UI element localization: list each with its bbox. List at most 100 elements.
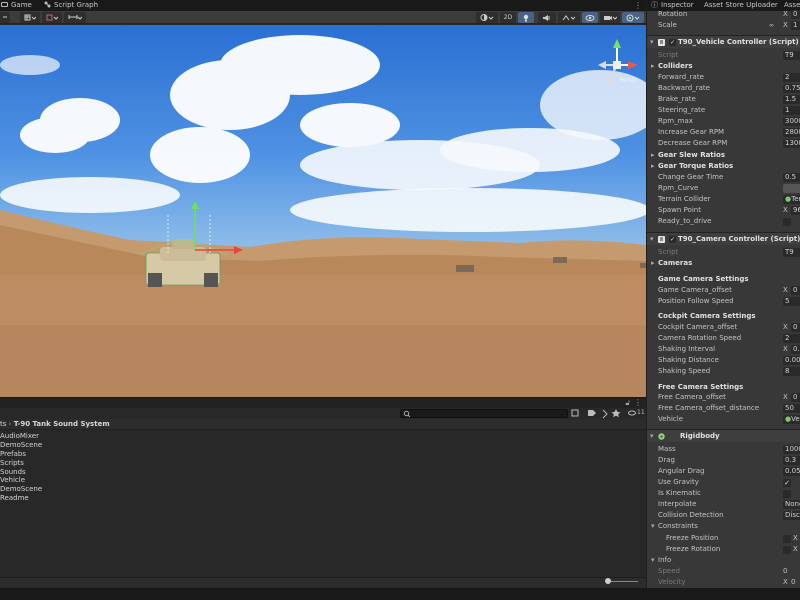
icon-size-slider-knob[interactable]: [605, 578, 611, 584]
list-item[interactable]: Scripts: [0, 459, 42, 468]
rigidbody-header[interactable]: ▾ Rigidbody: [647, 429, 800, 442]
lock-icon[interactable]: 🔓︎: [625, 399, 630, 408]
script-field[interactable]: T9: [783, 51, 800, 60]
forward-rate-field[interactable]: 2: [783, 73, 800, 82]
freeze-rotation-x-checkbox[interactable]: [783, 546, 791, 554]
favorites-icon: [602, 409, 608, 419]
mode-2d-button[interactable]: 2D: [500, 12, 516, 23]
list-item[interactable]: Readme: [0, 494, 42, 503]
ready-to-drive-checkbox[interactable]: [783, 218, 791, 226]
cameras-foldout[interactable]: Cameras: [658, 258, 692, 269]
shaking-speed-field[interactable]: 8: [783, 367, 800, 376]
use-gravity-label: Use Gravity: [658, 478, 699, 486]
change-gear-time-field[interactable]: 0.5: [783, 173, 800, 182]
drag-field[interactable]: 0.3: [783, 456, 800, 465]
panel-menu-icon[interactable]: ⋮: [634, 398, 642, 407]
list-item[interactable]: Vehicle: [0, 476, 42, 485]
rpm-max-field[interactable]: 3000: [783, 117, 800, 126]
position-follow-speed-field[interactable]: 5: [783, 297, 800, 306]
use-gravity-checkbox[interactable]: ✓: [783, 479, 791, 487]
collapse-arrow-icon[interactable]: ▾: [650, 430, 654, 443]
list-item[interactable]: DemoScene: [0, 441, 42, 450]
list-item[interactable]: DemoScene: [0, 485, 42, 494]
terrain-collider-field[interactable]: ●Ter: [783, 195, 800, 204]
colliders-foldout[interactable]: Colliders: [658, 61, 693, 72]
expand-arrow-icon[interactable]: ▾: [651, 521, 655, 532]
is-kinematic-checkbox[interactable]: [783, 490, 791, 498]
shaking-interval-x-field[interactable]: 0.0: [791, 345, 800, 354]
camera-rotation-speed-field[interactable]: 2: [783, 334, 800, 343]
collapse-arrow-icon[interactable]: ▾: [650, 36, 654, 49]
cockpit-camera-offset-x-field[interactable]: 0: [791, 323, 800, 332]
increment-snap-button[interactable]: [64, 12, 86, 23]
collision-detection-select[interactable]: Discr: [783, 511, 800, 520]
steering-rate-field[interactable]: 1: [783, 106, 800, 115]
info-foldout[interactable]: Info: [658, 555, 671, 566]
gear-torque-foldout[interactable]: Gear Torque Ratios: [658, 161, 733, 172]
list-item[interactable]: Prefabs: [0, 450, 42, 459]
expand-arrow-icon[interactable]: ▸: [651, 61, 655, 72]
expand-arrow-icon[interactable]: ▸: [651, 150, 655, 161]
rpm-curve-field[interactable]: [783, 184, 800, 193]
scene-viewport[interactable]: Persp: [0, 25, 646, 397]
lighting-toggle-button[interactable]: [518, 12, 534, 23]
terrain-collider-label: Terrain Collider: [658, 195, 711, 203]
enabled-checkbox[interactable]: ✓: [669, 236, 676, 243]
free-camera-offset-distance-field[interactable]: 50: [783, 404, 800, 413]
enabled-checkbox[interactable]: ✓: [669, 39, 676, 46]
freeze-position-x-checkbox[interactable]: [783, 535, 791, 543]
link-icon[interactable]: ∞: [769, 20, 774, 31]
angular-drag-field[interactable]: 0.05: [783, 467, 800, 476]
grid-toggle-button[interactable]: [42, 12, 62, 23]
project-search-input[interactable]: [400, 409, 568, 418]
star-icon: [611, 409, 621, 418]
free-camera-offset-x-field[interactable]: 0: [791, 393, 800, 402]
hidden-objects-toggle-button[interactable]: [582, 12, 598, 23]
collapse-arrow-icon[interactable]: ▾: [650, 233, 654, 246]
shaking-distance-field[interactable]: 0.001: [783, 356, 800, 365]
inspector-panel: ⓘInspector Asset Store Uploader Asset Ro…: [646, 0, 800, 600]
expand-arrow-icon[interactable]: ▸: [651, 161, 655, 172]
game-camera-offset-x-field[interactable]: 0: [791, 286, 800, 295]
camera-controller-header[interactable]: ▾ ✓ T90_Camera Controller (Script): [647, 232, 800, 245]
gizmos-button[interactable]: [622, 12, 644, 23]
spawn-point-x-field[interactable]: 96: [791, 206, 800, 215]
gear-slew-foldout[interactable]: Gear Slew Ratios: [658, 150, 725, 161]
vehicle-controller-header[interactable]: ▾ ✓ T90_Vehicle Controller (Script): [647, 35, 800, 48]
brake-rate-field[interactable]: 1.5: [783, 95, 800, 104]
tab-game[interactable]: Game: [1, 0, 32, 11]
tab-menu-icon[interactable]: ⋮: [634, 0, 642, 11]
draw-mode-button[interactable]: [476, 12, 498, 23]
breadcrumb-current-folder[interactable]: T-90 Tank Sound System: [14, 420, 110, 428]
tool-handle-button[interactable]: [0, 12, 10, 23]
audio-toggle-button[interactable]: [538, 12, 556, 23]
decrease-gear-rpm-field[interactable]: 1300: [783, 139, 800, 148]
tab-script-graph[interactable]: Script Graph: [44, 0, 98, 11]
script-icon: [658, 236, 665, 243]
constraints-foldout[interactable]: Constraints: [658, 521, 698, 532]
spawn-point-axis: X: [783, 206, 788, 214]
status-bar: [0, 588, 800, 600]
expand-arrow-icon[interactable]: ▾: [651, 555, 655, 566]
vehicle-field[interactable]: ●Veh: [783, 415, 800, 424]
mass-field[interactable]: 1000: [783, 445, 800, 454]
project-tab-bar: 🔓︎ ⋮: [0, 397, 646, 408]
breadcrumb-prefix[interactable]: ts: [0, 420, 6, 428]
script-field[interactable]: T9: [783, 248, 800, 257]
project-filter-icons: 11: [570, 408, 646, 419]
backward-rate-field[interactable]: 0.75: [783, 84, 800, 93]
grid-snap-button[interactable]: [20, 12, 40, 23]
increase-gear-rpm-field[interactable]: 2800: [783, 128, 800, 137]
interpolate-label: Interpolate: [658, 500, 697, 508]
list-item[interactable]: Sounds: [0, 468, 42, 477]
effects-toggle-button[interactable]: [558, 12, 580, 23]
camera-settings-button[interactable]: [600, 12, 620, 23]
projection-label[interactable]: Persp: [620, 77, 637, 84]
rotation-x-field[interactable]: 0: [791, 10, 800, 19]
list-item[interactable]: AudioMixer: [0, 432, 42, 441]
scale-x-field[interactable]: 1: [791, 21, 800, 30]
icon-size-slider-track[interactable]: [608, 581, 638, 582]
interpolate-select[interactable]: None: [783, 500, 800, 509]
expand-arrow-icon[interactable]: ▸: [651, 258, 655, 269]
orientation-gizmo-icon[interactable]: [596, 37, 638, 97]
